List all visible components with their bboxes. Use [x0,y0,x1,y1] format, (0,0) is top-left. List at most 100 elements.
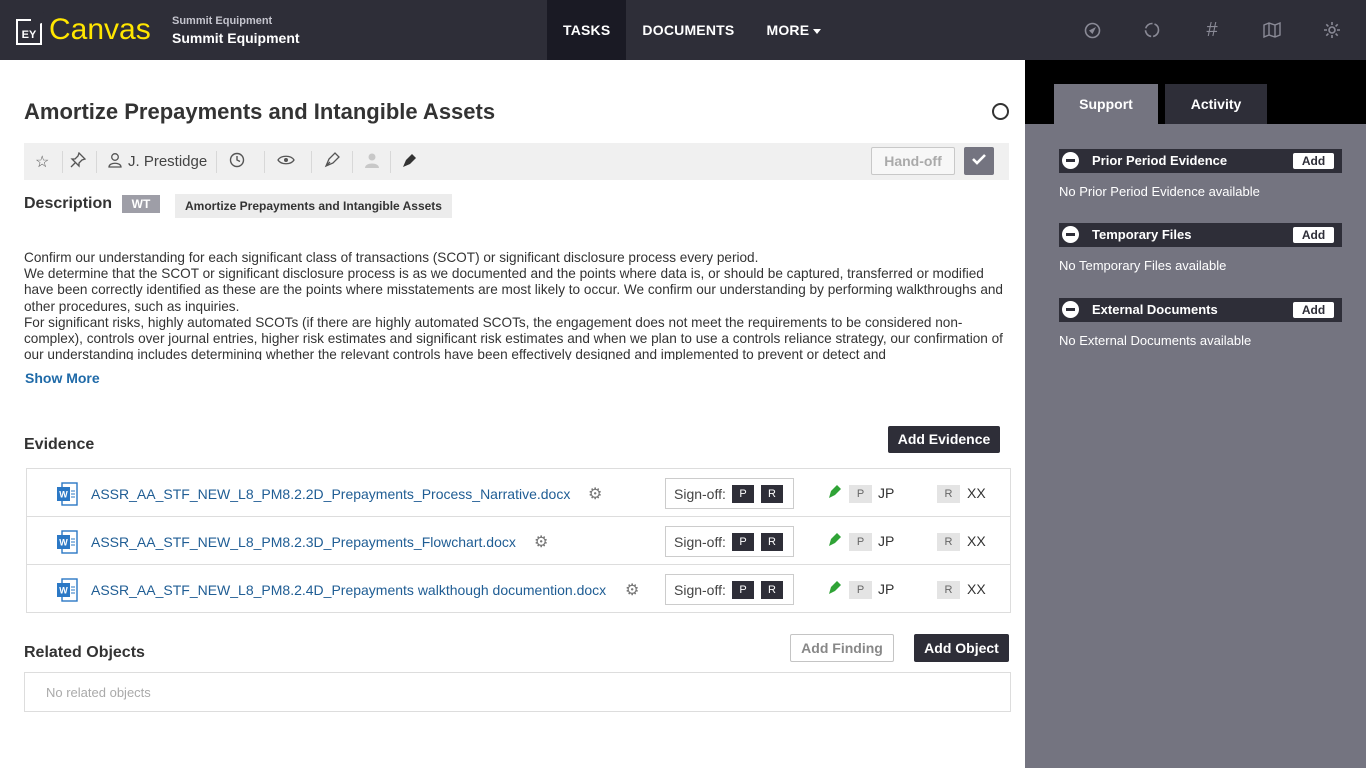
signoff-reviewer-button[interactable]: R [761,581,783,599]
signoff-label: Sign-off: [674,534,726,550]
reviewer-initials: XX [967,533,986,549]
reviewer-chip: R [937,485,960,503]
toolbar-divider [264,151,265,173]
svg-text:W: W [59,490,68,500]
reviewer-initials: XX [967,485,986,501]
toolbar-divider [216,151,217,173]
task-detail: Amortize Prepayments and Intangible Asse… [0,60,1025,768]
section-empty-text: No Temporary Files available [1059,258,1227,273]
preparer-chip: P [849,533,872,551]
green-pen-icon [827,531,843,552]
ey-logo-text: EY [21,29,37,41]
evidence-file-link[interactable]: ASSR_AA_STF_NEW_L8_PM8.2.2D_Prepayments_… [91,486,570,502]
toolbar-divider [311,151,312,173]
external-documents-section: External Documents Add No External Docum… [1059,298,1342,348]
add-evidence-button[interactable]: Add Evidence [888,426,1000,453]
client-name[interactable]: Summit Equipment [172,30,300,46]
add-object-button[interactable]: Add Object [914,634,1009,662]
complete-button[interactable] [964,147,994,175]
eye-icon[interactable] [277,152,295,173]
signoff-box: Sign-off: P R [665,574,794,605]
add-temporary-file-button[interactable]: Add [1293,227,1334,243]
add-finding-button[interactable]: Add Finding [790,634,894,662]
description-tag: Amortize Prepayments and Intangible Asse… [175,194,452,218]
add-external-document-button[interactable]: Add [1293,302,1334,318]
word-doc-icon: W [57,530,78,554]
toolbar-divider [62,151,63,173]
word-doc-icon: W [57,578,78,602]
reviewer-chip: R [937,533,960,551]
collapse-icon[interactable] [1062,152,1079,169]
reviewer-chip: R [937,581,960,599]
reviewer-initials: XX [967,581,986,597]
gear-icon[interactable]: ⚙ [588,484,602,504]
canvas-brand[interactable]: Canvas [49,13,151,47]
related-objects-heading: Related Objects [24,644,145,661]
signoff-reviewer-button[interactable]: R [761,485,783,503]
hashtag-icon[interactable]: # [1182,18,1242,42]
check-icon [972,154,986,165]
tab-support[interactable]: Support [1054,84,1158,124]
signoff-box: Sign-off: P R [665,526,794,557]
nav-more[interactable]: MORE [750,0,837,60]
signoff-preparer-button[interactable]: P [732,581,754,599]
prior-period-evidence-section: Prior Period Evidence Add No Prior Perio… [1059,149,1342,199]
evidence-list: W ASSR_AA_STF_NEW_L8_PM8.2.2D_Prepayment… [26,468,1011,613]
tab-activity[interactable]: Activity [1165,84,1267,124]
handoff-button[interactable]: Hand-off [871,147,955,175]
top-icons: # [1062,18,1362,42]
sync-icon[interactable] [1122,18,1182,42]
evidence-row: W ASSR_AA_STF_NEW_L8_PM8.2.4D_Prepayment… [27,565,1010,613]
toolbar-divider [96,151,97,173]
show-more-link[interactable]: Show More [25,370,100,386]
related-empty-text: No related objects [46,685,151,700]
pin-icon[interactable] [70,151,87,173]
signoff-pen-icon[interactable] [401,152,418,173]
preparer-initials: JP [878,485,895,501]
evidence-file-link[interactable]: ASSR_AA_STF_NEW_L8_PM8.2.3D_Prepayments_… [91,534,516,550]
clock-icon[interactable] [229,152,245,173]
page-title: Amortize Prepayments and Intangible Asse… [24,99,496,124]
status-circle-icon[interactable] [992,103,1009,120]
preparer-chip: P [849,581,872,599]
add-prior-period-button[interactable]: Add [1293,153,1334,169]
evidence-file-link[interactable]: ASSR_AA_STF_NEW_L8_PM8.2.4D_Prepayments … [91,582,606,598]
support-panel: Support Activity Prior Period Evidence A… [1025,60,1366,768]
assignee-name[interactable]: J. Prestidge [128,153,207,170]
signoff-preparer-button[interactable]: P [732,533,754,551]
section-header: External Documents Add [1059,298,1342,322]
related-objects-box: No related objects [24,672,1011,712]
preparer-initials: JP [878,533,895,549]
map-icon[interactable] [1242,18,1302,42]
collapse-icon[interactable] [1062,226,1079,243]
wt-badge: WT [122,195,160,213]
compass-icon[interactable] [1062,18,1122,42]
signoff-box: Sign-off: P R [665,478,794,509]
ey-logo[interactable]: EY [16,19,42,45]
description-paragraph: For significant risks, highly automated … [24,314,1003,360]
word-doc-icon: W [57,482,78,506]
client-name-small: Summit Equipment [172,15,273,27]
gear-icon[interactable]: ⚙ [625,580,639,600]
signoff-preparer-button[interactable]: P [732,485,754,503]
evidence-heading: Evidence [24,436,95,453]
section-empty-text: No Prior Period Evidence available [1059,184,1260,199]
task-toolbar: ☆ J. Prestidge Hand-off [24,143,1009,180]
collapse-icon[interactable] [1062,301,1079,318]
settings-icon[interactable] [1302,18,1362,42]
preparer-chip: P [849,485,872,503]
gear-icon[interactable]: ⚙ [534,532,548,552]
star-icon[interactable]: ☆ [35,152,49,172]
temporary-files-section: Temporary Files Add No Temporary Files a… [1059,223,1342,273]
description-label: Description [24,195,113,212]
signoff-label: Sign-off: [674,582,726,598]
nav-tasks[interactable]: TASKS [547,0,627,60]
reviewer-pen-icon[interactable] [324,152,340,173]
nav-documents[interactable]: DOCUMENTS [626,0,750,60]
nav-more-label: MORE [766,22,810,38]
preparer-initials: JP [878,581,895,597]
signoff-reviewer-button[interactable]: R [761,533,783,551]
section-title: External Documents [1092,302,1218,317]
person-placeholder-icon [364,152,380,173]
user-icon [107,152,123,173]
